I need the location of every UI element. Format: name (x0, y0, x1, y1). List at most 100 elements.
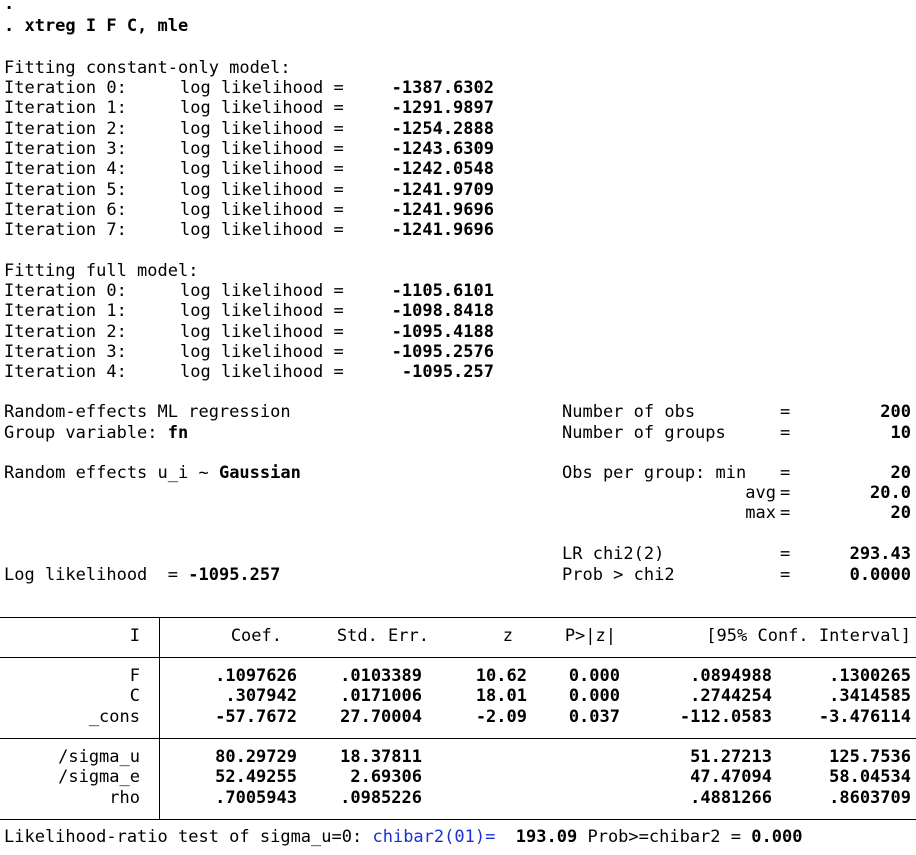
constant-only-heading: Fitting constant-only model: (4, 58, 291, 78)
column-header-p: P>|z| (564, 626, 616, 646)
iteration-value: -1254.2888 (391, 118, 494, 139)
iteration-value: -1241.9709 (391, 179, 494, 200)
table-top-rule (0, 617, 916, 618)
stat-label: Obs per group: min (562, 463, 747, 483)
cell-coef: -57.7672 (215, 706, 297, 727)
iteration-value: -1095.2576 (391, 341, 494, 362)
cell-se: 27.70004 (340, 706, 422, 727)
row-variable: /sigma_e (58, 767, 140, 788)
cell-lo: .0894988 (690, 666, 772, 686)
stat-eq: = (780, 402, 791, 422)
row-variable: _cons (88, 706, 140, 727)
cell-lo: -112.0583 (679, 706, 772, 727)
chibar-label: chibar2(01)= (372, 827, 496, 847)
stat-label: avg (745, 483, 776, 503)
iteration-value: -1095.257 (401, 362, 494, 383)
group-variable: Group variable: fn (4, 423, 188, 443)
iteration-text: log likelihood = (180, 281, 344, 301)
cell-z: -2.09 (475, 706, 527, 727)
cell-lo: .4881266 (690, 787, 772, 808)
cell-coef: 52.49255 (215, 767, 297, 788)
stat-value: 20.0 (870, 483, 911, 503)
row-variable: F (129, 666, 140, 686)
log-likelihood: Log likelihood = -1095.257 (4, 565, 280, 585)
stat-value: 293.43 (849, 544, 911, 564)
iteration-label: Iteration 3: (4, 138, 127, 159)
row-variable: rho (109, 787, 140, 808)
cell-hi: .1300265 (829, 666, 911, 686)
stat-eq: = (780, 565, 791, 585)
iteration-text: log likelihood = (180, 220, 344, 241)
cell-p: 0.000 (568, 686, 620, 707)
lr-test-line: Likelihood-ratio test of sigma_u=0: chib… (4, 827, 802, 847)
column-header-coef: Coef. (230, 626, 282, 646)
stat-eq: = (780, 463, 791, 483)
group-variable-label: Group variable: (4, 423, 158, 443)
cell-lo: 51.27213 (690, 747, 772, 767)
full-model-heading: Fitting full model: (4, 261, 199, 281)
stat-label: Number of obs (562, 402, 696, 422)
iteration-value: -1242.0548 (391, 159, 494, 180)
iteration-text: log likelihood = (180, 179, 344, 200)
cell-se: .0103389 (340, 666, 422, 686)
stat-value: 10 (890, 423, 911, 443)
iteration-label: Iteration 1: (4, 301, 127, 322)
cell-p: 0.000 (568, 666, 620, 686)
cell-hi: .3414585 (829, 686, 911, 707)
column-header-var: I (129, 626, 140, 646)
iteration-text: log likelihood = (180, 98, 344, 119)
row-variable: C (129, 686, 140, 707)
cell-hi: 58.04534 (829, 767, 911, 788)
cell-coef: .307942 (225, 686, 297, 707)
random-effects-value: Gaussian (218, 463, 301, 483)
cell-hi: .8603709 (829, 787, 911, 808)
table-bottom-rule (0, 819, 916, 820)
iteration-text: log likelihood = (180, 118, 344, 139)
cell-p: 0.037 (568, 706, 620, 727)
iteration-text: log likelihood = (180, 138, 344, 159)
stat-eq: = (780, 503, 791, 523)
table-mid-rule (0, 738, 916, 739)
table-column-divider (159, 617, 160, 820)
stat-value: 200 (880, 402, 911, 422)
group-variable-value: fn (167, 423, 189, 443)
cell-se: 18.37811 (340, 747, 422, 767)
iteration-text: log likelihood = (180, 321, 344, 342)
iteration-value: -1241.9696 (391, 220, 494, 241)
iteration-value: -1387.6302 (391, 78, 494, 98)
iteration-text: log likelihood = (180, 341, 344, 362)
iteration-label: Iteration 2: (4, 321, 127, 342)
cell-hi: -3.476114 (818, 706, 911, 727)
iteration-text: log likelihood = (180, 159, 344, 180)
random-effects-label: Random effects u_i ~ (4, 463, 209, 483)
iteration-value: -1243.6309 (391, 138, 494, 159)
table-header-rule (0, 657, 916, 658)
column-header-ci: [95% Conf. Interval] (706, 626, 911, 646)
stat-value: 0.0000 (849, 565, 911, 585)
iteration-label: Iteration 6: (4, 199, 127, 220)
iteration-label: Iteration 2: (4, 118, 127, 139)
stat-eq: = (780, 483, 791, 503)
iteration-label: Iteration 1: (4, 98, 127, 119)
iteration-text: log likelihood = (180, 78, 344, 98)
iteration-label: Iteration 0: (4, 281, 127, 301)
prob-chibar-value: 0.000 (751, 827, 803, 847)
stat-eq: = (780, 423, 791, 443)
iteration-label: Iteration 5: (4, 179, 127, 200)
cell-se: .0171006 (340, 686, 422, 707)
cell-z: 18.01 (475, 686, 527, 707)
iteration-value: -1291.9897 (391, 98, 494, 119)
stat-value: 20 (890, 503, 911, 523)
iteration-value: -1105.6101 (391, 281, 494, 301)
stat-eq: = (780, 544, 791, 564)
cell-lo: .2744254 (690, 686, 772, 707)
iteration-label: Iteration 3: (4, 341, 127, 362)
cell-coef: 80.29729 (215, 747, 297, 767)
random-effects: Random effects u_i ~ Gaussian (4, 463, 301, 483)
cell-hi: 125.7536 (829, 747, 911, 767)
iteration-value: -1241.9696 (391, 199, 494, 220)
iteration-text: log likelihood = (180, 199, 344, 220)
stat-label: Number of groups (562, 423, 726, 443)
log-likelihood-label: Log likelihood = (4, 565, 178, 585)
cell-lo: 47.47094 (690, 767, 772, 788)
